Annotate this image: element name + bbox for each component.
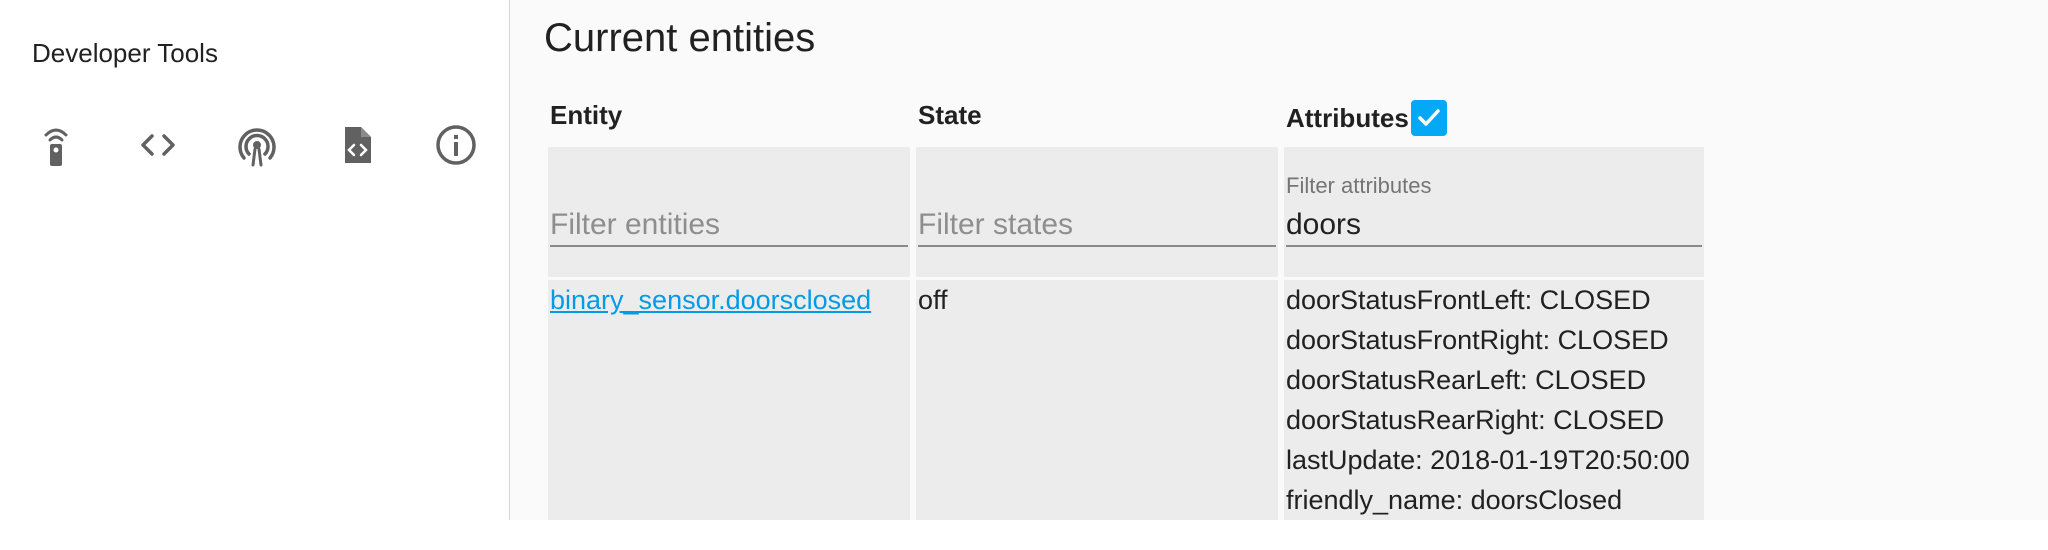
attribute-line: doorStatusFrontLeft: CLOSED [1286, 285, 1651, 315]
info-tool-button[interactable] [428, 113, 484, 177]
attributes-list: doorStatusFrontLeft: CLOSED doorStatusFr… [1286, 280, 1690, 520]
attribute-line: doorStatusRearRight: CLOSED [1286, 405, 1665, 435]
table-row-state-cell: off [916, 280, 1278, 520]
show-attributes-checkbox[interactable] [1410, 100, 1447, 136]
attribute-line: doorStatusRearLeft: CLOSED [1286, 365, 1647, 395]
services-tool-button[interactable] [28, 113, 84, 177]
table-row-attributes-cell: doorStatusFrontLeft: CLOSED doorStatusFr… [1284, 280, 1704, 520]
file-code-icon [345, 127, 371, 163]
page-title: Current entities [544, 16, 816, 60]
column-header-state: State [918, 100, 982, 130]
templates-tool-button[interactable] [130, 113, 186, 177]
entity-link[interactable]: binary_sensor.doorsclosed [550, 285, 871, 315]
entity-cell-text: binary_sensor.doorsclosed [550, 280, 871, 320]
info-icon [436, 125, 476, 165]
events-tool-button[interactable] [229, 113, 285, 177]
sidebar: Developer Tools [0, 0, 510, 520]
attributes-filter-field: Filter attributes [1286, 147, 1702, 257]
code-icon [141, 134, 175, 156]
entity-filter-input[interactable] [550, 205, 908, 247]
attribute-line: lastUpdate: 2018-01-19T20:50:00 [1286, 445, 1690, 475]
attribute-line: friendly_name: doorsClosed [1286, 485, 1623, 515]
attributes-filter-cell: Filter attributes [1284, 147, 1704, 277]
remote-icon [44, 128, 68, 166]
sidebar-title: Developer Tools [32, 38, 218, 68]
broadcast-icon [238, 128, 276, 167]
attributes-filter-input[interactable] [1286, 205, 1702, 247]
checkmark-icon [1418, 109, 1440, 126]
state-filter-cell [916, 147, 1278, 277]
entity-filter-cell [548, 147, 910, 277]
column-header-attributes-label: Attributes [1286, 102, 1409, 133]
column-header-attributes: Attributes [1286, 100, 1447, 136]
main-panel: Current entities Entity State Attributes [510, 0, 2048, 520]
app-frame: Developer Tools Current entities Entity … [0, 0, 2048, 520]
developer-tools-row [28, 113, 498, 177]
attribute-line: doorStatusFrontRight: CLOSED [1286, 325, 1669, 355]
entity-filter-field [550, 147, 908, 257]
state-filter-field [918, 147, 1276, 257]
template-file-tool-button[interactable] [329, 113, 385, 177]
table-row-entity-cell: binary_sensor.doorsclosed [548, 280, 910, 520]
state-value: off [918, 285, 948, 315]
column-header-entity: Entity [550, 100, 623, 130]
attributes-filter-label: Filter attributes [1286, 173, 1432, 198]
state-filter-input[interactable] [918, 205, 1276, 247]
